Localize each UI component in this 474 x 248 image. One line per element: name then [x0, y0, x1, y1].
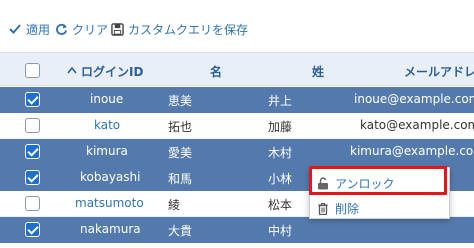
login-id-link[interactable]: inoue: [90, 92, 123, 106]
last-name: 加藤: [268, 120, 293, 134]
highlight-frame: [309, 166, 447, 195]
last-name: 松本: [268, 198, 293, 212]
table-row[interactable]: kimura 愛美 木村 kimura@example.com: [0, 139, 474, 165]
refresh-icon: [54, 22, 68, 36]
login-id-link[interactable]: kobayashi: [80, 170, 140, 184]
login-id-link[interactable]: kimura: [86, 144, 128, 158]
row-checkbox[interactable]: [25, 170, 40, 185]
table-row[interactable]: kato 拓也 加藤 kato@example.com: [0, 113, 474, 139]
first-name: 和馬: [168, 172, 193, 186]
toolbar: 適用 クリア カスタムクエリを保存: [0, 0, 474, 52]
check-icon: [8, 22, 22, 36]
clear-label: クリア: [72, 22, 109, 37]
trash-icon: [316, 201, 330, 215]
col-header-login[interactable]: ログインID: [81, 63, 143, 80]
col-header-last-name[interactable]: 姓: [312, 63, 324, 80]
table-row[interactable]: inoue 恵美 井上 inoue@example.com: [0, 87, 474, 113]
row-checkbox[interactable]: [25, 144, 40, 159]
email: kimura@example.com: [350, 144, 474, 158]
login-id-link[interactable]: kato: [94, 118, 120, 132]
login-id-link[interactable]: matsumoto: [75, 196, 144, 210]
table-row[interactable]: nakamura 大貴 中村: [0, 217, 474, 243]
apply-label: 適用: [26, 22, 51, 37]
apply-button[interactable]: 適用: [8, 20, 50, 38]
col-header-email[interactable]: メールアドレス: [404, 63, 474, 80]
last-name: 小林: [268, 172, 293, 186]
save-icon: [110, 22, 124, 36]
row-checkbox[interactable]: [25, 118, 40, 133]
email: kato@example.com: [360, 118, 474, 132]
col-header-first-name[interactable]: 名: [210, 63, 222, 80]
row-checkbox[interactable]: [25, 196, 40, 211]
sort-asc-icon[interactable]: [67, 63, 77, 77]
row-checkbox[interactable]: [25, 92, 40, 107]
last-name: 中村: [268, 224, 293, 238]
first-name: 恵美: [168, 94, 193, 108]
save-query-label: カスタムクエリを保存: [128, 22, 249, 37]
last-name: 井上: [268, 94, 293, 108]
first-name: 愛美: [168, 146, 193, 160]
first-name: 綾: [168, 198, 181, 212]
table-header: ログインID 名 姓 メールアドレス: [0, 52, 474, 86]
email: inoue@example.com: [354, 92, 474, 106]
save-query-button[interactable]: カスタムクエリを保存: [110, 20, 248, 38]
last-name: 木村: [268, 146, 293, 160]
delete-label: 削除: [335, 201, 360, 216]
row-checkbox[interactable]: [25, 222, 40, 237]
first-name: 大貴: [168, 224, 193, 238]
select-all-checkbox[interactable]: [25, 63, 40, 78]
clear-button[interactable]: クリア: [54, 20, 108, 38]
delete-menu-item[interactable]: 削除: [316, 198, 359, 218]
first-name: 拓也: [168, 120, 193, 134]
login-id-link[interactable]: nakamura: [80, 222, 141, 236]
